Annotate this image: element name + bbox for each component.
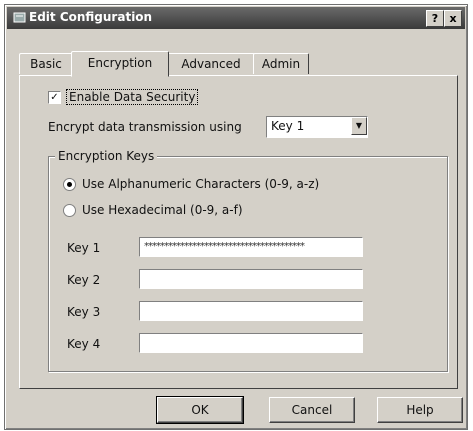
key-4-label: Key 4 [67, 337, 101, 351]
help-button[interactable]: Help [377, 397, 463, 423]
close-button[interactable]: x [444, 10, 462, 27]
help-title-button[interactable]: ? [426, 10, 444, 27]
tab-encryption[interactable]: Encryption [71, 51, 169, 77]
radio-alphanumeric-label: Use Alphanumeric Characters (0-9, a-z) [82, 177, 320, 191]
key-1-input[interactable]: **************************************** [139, 237, 363, 257]
key-3-input[interactable] [139, 301, 363, 321]
radio-alphanumeric[interactable] [63, 177, 76, 191]
tab-admin[interactable]: Admin [253, 53, 309, 74]
radio-alphanumeric-row[interactable]: Use Alphanumeric Characters (0-9, a-z) [63, 177, 319, 191]
ok-button[interactable]: OK [156, 396, 244, 424]
radio-hexadecimal-row[interactable]: Use Hexadecimal (0-9, a-f) [63, 203, 243, 217]
encryption-keys-title: Encryption Keys [55, 149, 158, 163]
cancel-button[interactable]: Cancel [269, 397, 355, 423]
encryption-panel: ✓ Enable Data Security Encrypt data tran… [19, 75, 458, 389]
encrypt-using-label: Encrypt data transmission using [48, 120, 242, 134]
enable-security-checkbox[interactable]: ✓ [48, 90, 61, 104]
radio-hexadecimal-label: Use Hexadecimal (0-9, a-f) [82, 203, 243, 217]
encrypt-key-value: Key 1 [271, 119, 305, 133]
edit-configuration-dialog: Edit Configuration ? x Basic Encryption … [4, 4, 468, 430]
enable-security-row[interactable]: ✓ Enable Data Security [48, 89, 199, 105]
tab-advanced[interactable]: Advanced [167, 53, 255, 74]
radio-hexadecimal[interactable] [63, 203, 76, 217]
title-bar[interactable]: Edit Configuration ? x [7, 7, 465, 29]
enable-security-label: Enable Data Security [65, 89, 199, 105]
tab-basic[interactable]: Basic [19, 53, 73, 74]
key-1-label: Key 1 [67, 241, 101, 255]
key-4-input[interactable] [139, 333, 363, 353]
chevron-down-icon[interactable]: ▼ [351, 117, 367, 135]
key-3-label: Key 3 [67, 305, 101, 319]
window-title: Edit Configuration [29, 10, 153, 24]
key-2-input[interactable] [139, 269, 363, 289]
encryption-keys-group: Encryption Keys Use Alphanumeric Charact… [48, 149, 448, 372]
key-2-label: Key 2 [67, 273, 101, 287]
app-icon [13, 12, 26, 23]
encrypt-key-select[interactable]: Key 1 ▼ [266, 116, 368, 138]
